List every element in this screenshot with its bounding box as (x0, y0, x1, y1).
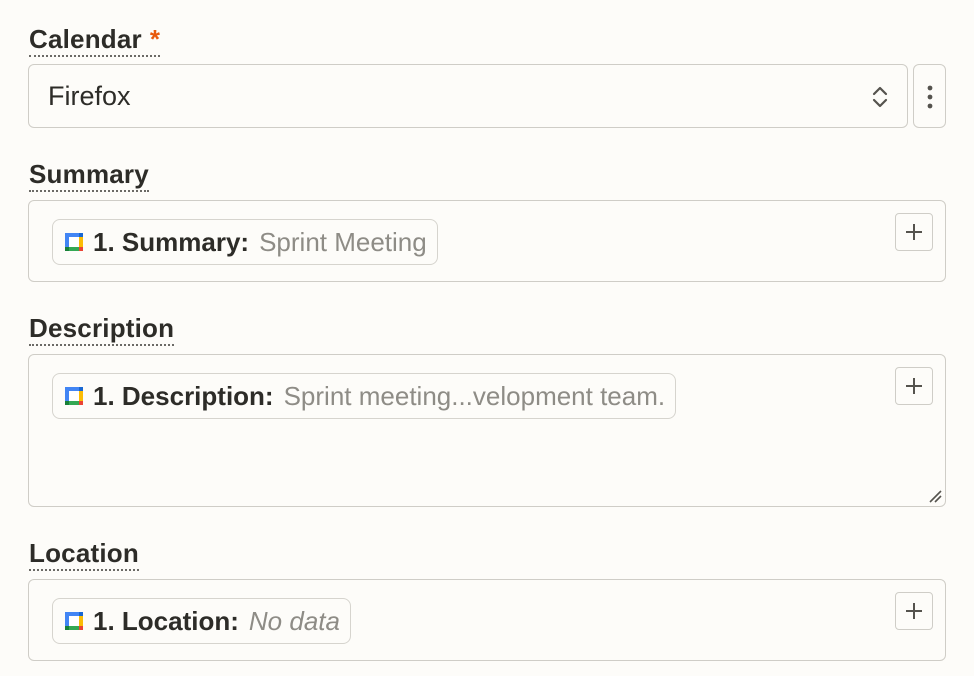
summary-data-pill[interactable]: 1. Summary: Sprint Meeting (52, 219, 438, 265)
chevron-up-down-icon (872, 86, 888, 108)
calendar-selected-value: Firefox (48, 81, 131, 111)
location-field[interactable]: 1. Location: No data (28, 579, 946, 661)
google-calendar-icon (65, 387, 83, 405)
calendar-label: Calendar * (29, 24, 161, 57)
summary-pill-key: 1. Summary: (93, 226, 250, 257)
calendar-label-text: Calendar (29, 24, 142, 54)
google-calendar-icon (65, 612, 83, 630)
location-pill-key: 1. Location: (93, 605, 239, 636)
plus-icon (906, 603, 922, 619)
description-data-pill[interactable]: 1. Description: Sprint meeting...velopme… (52, 373, 677, 419)
event-form: Calendar * Firefox Summary 1. Summary: S… (0, 0, 974, 676)
summary-insert-data-button[interactable] (895, 213, 933, 251)
summary-field[interactable]: 1. Summary: Sprint Meeting (28, 200, 946, 282)
summary-pill-value: Sprint Meeting (259, 226, 427, 257)
summary-label-text: Summary (29, 159, 149, 189)
plus-icon (906, 378, 922, 394)
resize-handle-icon[interactable] (928, 489, 942, 503)
location-insert-data-button[interactable] (895, 592, 933, 630)
description-field[interactable]: 1. Description: Sprint meeting...velopme… (28, 354, 946, 507)
description-label: Description (29, 313, 175, 346)
calendar-select[interactable]: Firefox (28, 64, 908, 128)
plus-icon (906, 224, 922, 240)
description-pill-key: 1. Description: (93, 380, 274, 411)
description-label-text: Description (29, 313, 175, 343)
required-asterisk: * (149, 24, 161, 54)
location-label-text: Location (29, 538, 139, 568)
location-label: Location (29, 538, 139, 571)
kebab-menu-icon (927, 85, 933, 109)
calendar-options-button[interactable] (913, 64, 946, 128)
description-insert-data-button[interactable] (895, 367, 933, 405)
location-data-pill[interactable]: 1. Location: No data (52, 598, 351, 644)
summary-label: Summary (29, 159, 149, 192)
location-pill-value: No data (248, 605, 340, 636)
google-calendar-icon (65, 233, 83, 251)
description-pill-value: Sprint meeting...velopment team. (283, 380, 666, 411)
